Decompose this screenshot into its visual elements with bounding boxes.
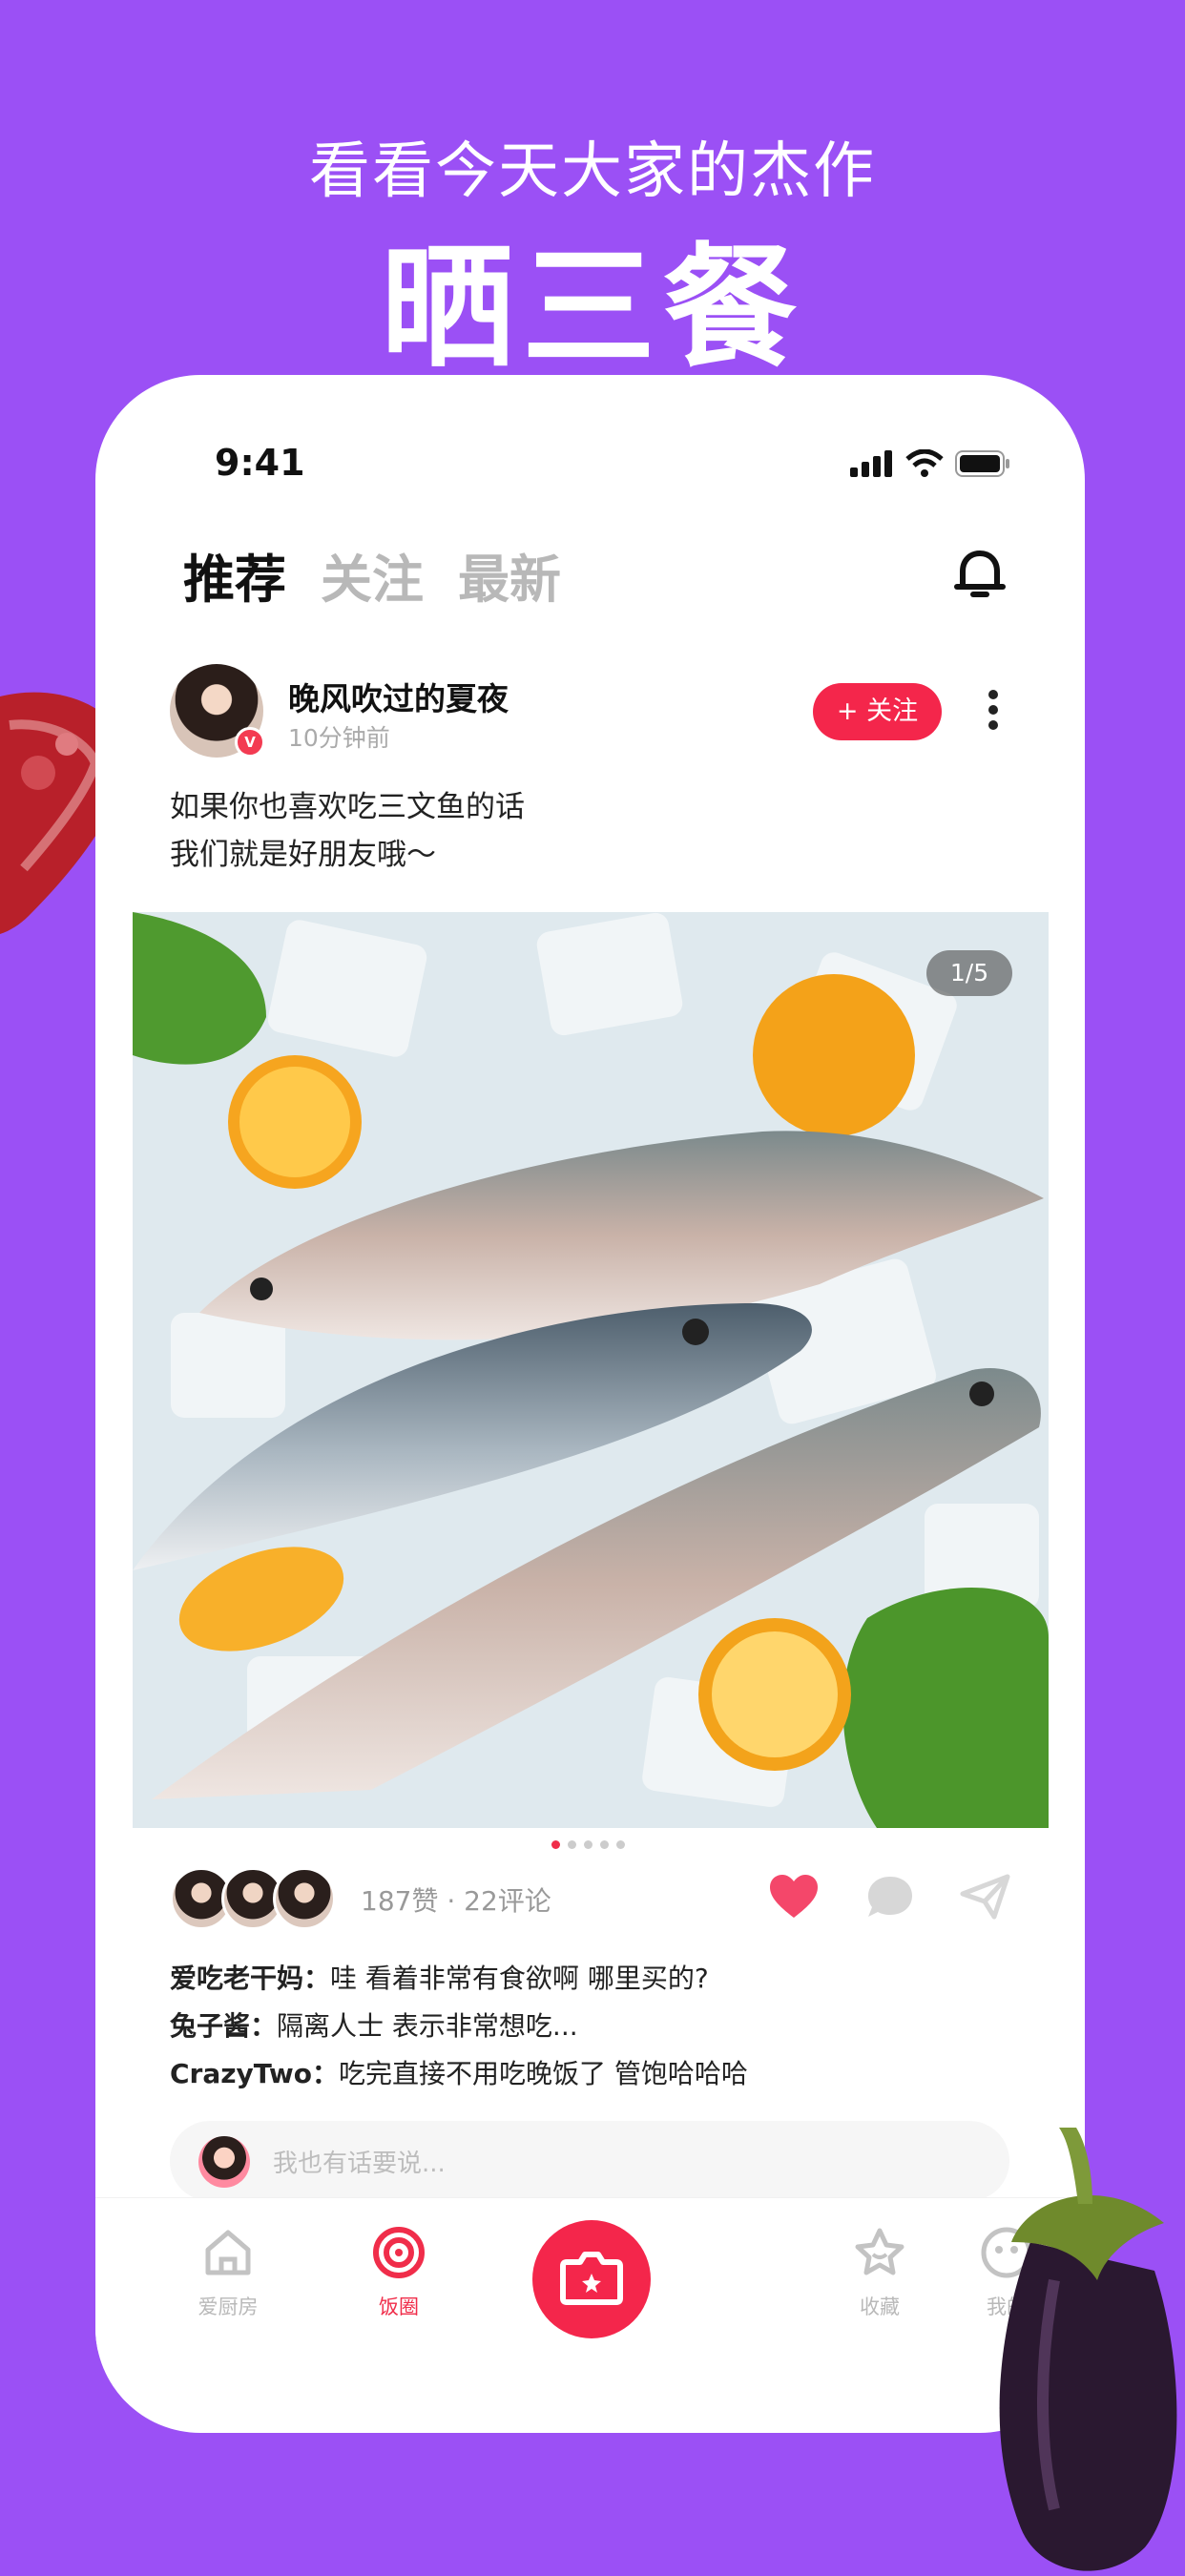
carousel-dot[interactable] xyxy=(600,1840,609,1849)
bottom-nav: 爱厨房 饭圈 收藏 我的 xyxy=(95,2197,1085,2351)
share-icon[interactable] xyxy=(960,1873,1011,1921)
target-icon xyxy=(373,2227,425,2278)
tab-recommend[interactable]: 推荐 xyxy=(183,537,286,622)
liker-avatar[interactable] xyxy=(273,1867,336,1930)
comment-item: 兔子酱：隔离人士 表示非常想吃... xyxy=(170,2003,748,2050)
post-caption: 如果你也喜欢吃三文鱼的话 我们就是好朋友哦～ xyxy=(170,783,525,879)
carousel-dots xyxy=(551,1840,625,1849)
caption-line-2: 我们就是好朋友哦～ xyxy=(170,838,436,872)
verified-badge: V xyxy=(235,727,265,758)
tab-following[interactable]: 关注 xyxy=(321,537,424,613)
comment-item: 爱吃老干妈：哇 看着非常有食欲啊 哪里买的? xyxy=(170,1955,748,2003)
author-avatar[interactable]: V xyxy=(170,664,265,758)
promo-title: 晒三餐 xyxy=(380,231,804,386)
more-options-icon[interactable] xyxy=(988,690,999,736)
author-name[interactable]: 晚风吹过的夏夜 xyxy=(288,674,509,719)
comment-text: 隔离人士 表示非常想吃... xyxy=(277,2010,578,2042)
promo-subtitle: 看看今天大家的杰作 xyxy=(309,136,876,207)
nav-label: 饭圈 xyxy=(379,2296,419,2318)
wifi-icon xyxy=(905,449,944,477)
carousel-dot[interactable] xyxy=(584,1840,592,1849)
comment-user[interactable]: 兔子酱： xyxy=(170,2010,277,2042)
likes-comments-count: 187赞 · 22评论 xyxy=(361,1885,551,1917)
publish-camera-button[interactable] xyxy=(532,2220,651,2338)
tab-latest[interactable]: 最新 xyxy=(458,537,561,613)
nav-item-kitchen[interactable]: 爱厨房 xyxy=(176,2225,281,2320)
bell-icon[interactable] xyxy=(951,545,1008,602)
post-time: 10分钟前 xyxy=(288,724,390,752)
comment-text: 哇 看着非常有食欲啊 哪里买的? xyxy=(330,1963,709,1994)
star-icon xyxy=(855,2228,904,2275)
fish-on-ice-image xyxy=(133,912,1049,1828)
signal-icon xyxy=(850,450,892,477)
camera-icon xyxy=(560,2252,623,2305)
nav-label: 收藏 xyxy=(860,2296,900,2318)
my-avatar xyxy=(198,2136,250,2188)
comment-user[interactable]: 爱吃老干妈： xyxy=(170,1963,330,1994)
status-bar: 9:41 xyxy=(95,442,1085,499)
battery-icon xyxy=(955,450,1009,477)
carousel-dot[interactable] xyxy=(551,1840,560,1849)
carousel-dot[interactable] xyxy=(568,1840,576,1849)
status-time: 9:41 xyxy=(215,442,305,484)
home-icon xyxy=(205,2230,251,2275)
engagement-row: 187赞 · 22评论 xyxy=(170,1867,1011,1934)
post-photo[interactable]: 1/5 xyxy=(133,912,1049,1828)
reply-input[interactable]: 我也有话要说... xyxy=(170,2121,1009,2201)
comment-user[interactable]: CrazyTwo： xyxy=(170,2058,339,2089)
comment-list: 爱吃老干妈：哇 看着非常有食欲啊 哪里买的? 兔子酱：隔离人士 表示非常想吃..… xyxy=(170,1955,748,2098)
nav-item-favorites[interactable]: 收藏 xyxy=(827,2225,932,2320)
phone-screen: 9:41 推荐 关注 最新 V 晚风吹过的夏夜 10分钟前 + 关注 如果你也喜… xyxy=(95,375,1085,2433)
reply-placeholder: 我也有话要说... xyxy=(273,2150,446,2178)
nav-item-circle[interactable]: 饭圈 xyxy=(346,2225,451,2320)
comment-text: 吃完直接不用吃晚饭了 管饱哈哈哈 xyxy=(338,2058,748,2089)
follow-button[interactable]: + 关注 xyxy=(813,683,942,740)
comment-icon[interactable] xyxy=(864,1873,916,1921)
eggplant-decoration xyxy=(999,2128,1177,2571)
carousel-dot[interactable] xyxy=(616,1840,625,1849)
nav-label: 爱厨房 xyxy=(198,2296,259,2318)
feed-tabs: 推荐 关注 最新 xyxy=(183,537,561,622)
image-counter: 1/5 xyxy=(926,950,1012,996)
heart-icon[interactable] xyxy=(768,1873,820,1921)
caption-line-1: 如果你也喜欢吃三文鱼的话 xyxy=(170,790,525,824)
comment-item: CrazyTwo：吃完直接不用吃晚饭了 管饱哈哈哈 xyxy=(170,2050,748,2098)
